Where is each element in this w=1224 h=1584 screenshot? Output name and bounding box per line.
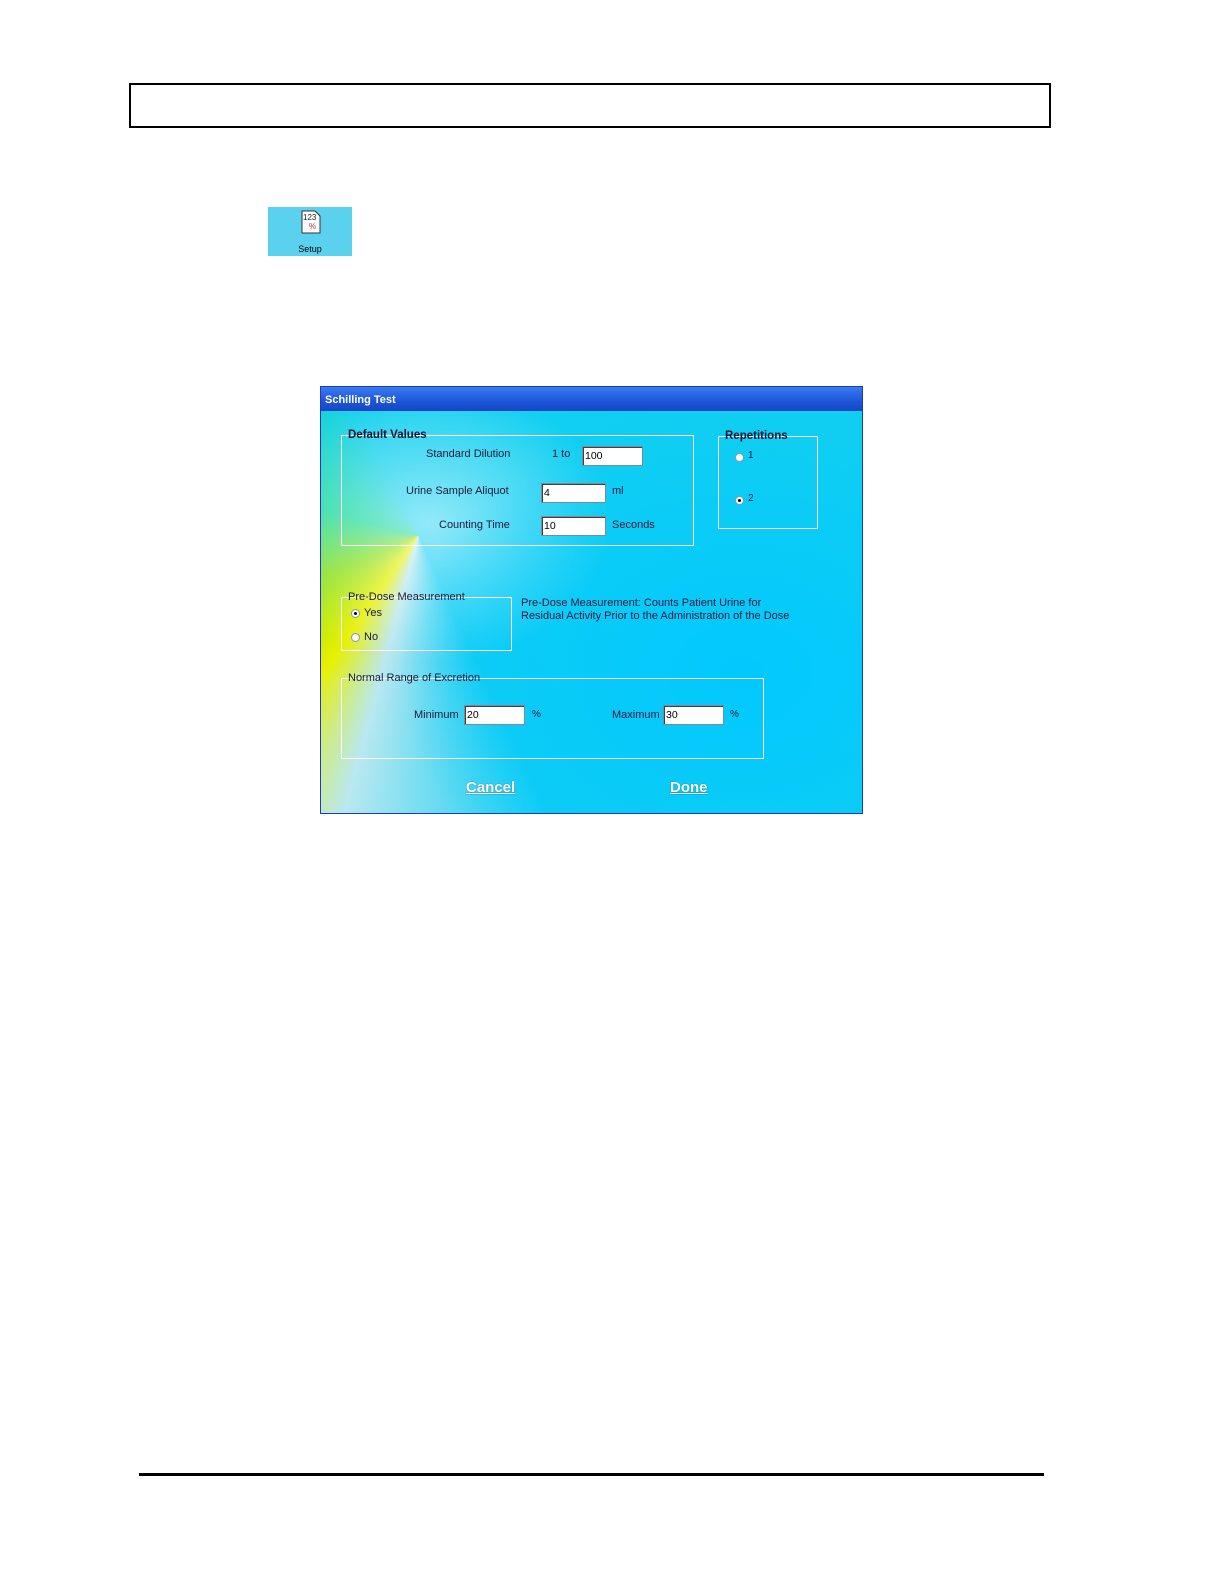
standard-dilution-prefix: 1 to xyxy=(552,448,571,460)
minimum-unit: % xyxy=(532,709,541,720)
pre-dose-no-radio[interactable] xyxy=(351,633,360,642)
repetitions-group: Repetitions xyxy=(718,430,818,529)
counting-time-unit: Seconds xyxy=(612,519,655,531)
repetitions-radio-2[interactable] xyxy=(735,496,744,505)
pre-dose-label: Pre-Dose Measurement xyxy=(348,591,465,603)
svg-text:123: 123 xyxy=(303,213,317,222)
window-title: Schilling Test xyxy=(321,387,862,411)
maximum-unit: % xyxy=(730,709,739,720)
setup-icon: 123 % xyxy=(301,210,321,234)
dialog-client-area: Default Values Standard Dilution 1 to 10… xyxy=(321,411,862,813)
counting-time-input[interactable]: 10 xyxy=(541,516,606,536)
done-button[interactable]: Done xyxy=(670,779,708,796)
repetitions-option-2-label: 2 xyxy=(748,493,754,504)
pre-dose-description-line1: Pre-Dose Measurement: Counts Patient Uri… xyxy=(521,597,762,609)
minimum-label: Minimum xyxy=(414,709,459,721)
pre-dose-yes-radio[interactable] xyxy=(351,609,360,618)
repetitions-label: Repetitions xyxy=(725,430,788,442)
footer-rule xyxy=(139,1473,1044,1476)
pre-dose-no-label: No xyxy=(364,631,379,643)
maximum-input[interactable]: 30 xyxy=(663,705,724,725)
counting-time-label: Counting Time xyxy=(439,519,510,531)
repetitions-radio-1[interactable] xyxy=(735,453,744,462)
minimum-input[interactable]: 20 xyxy=(464,705,525,725)
normal-range-label: Normal Range of Excretion xyxy=(348,672,481,684)
standard-dilution-input[interactable]: 100 xyxy=(582,446,643,466)
urine-aliquot-input[interactable]: 4 xyxy=(541,483,606,503)
standard-dilution-label: Standard Dilution xyxy=(426,448,511,460)
cancel-button[interactable]: Cancel xyxy=(466,779,515,796)
page-header-box xyxy=(129,83,1051,128)
svg-text:%: % xyxy=(309,222,316,231)
urine-aliquot-label: Urine Sample Aliquot xyxy=(406,485,509,497)
setup-label: Setup xyxy=(298,244,322,254)
setup-button[interactable]: 123 % Setup xyxy=(268,207,352,256)
urine-aliquot-unit: ml xyxy=(612,485,624,497)
repetitions-option-1-label: 1 xyxy=(748,450,754,461)
default-values-label: Default Values xyxy=(348,429,427,441)
pre-dose-yes-label: Yes xyxy=(364,607,382,619)
maximum-label: Maximum xyxy=(612,709,660,721)
schilling-test-window: Schilling Test Default Values Standard D… xyxy=(320,386,863,814)
pre-dose-description-line2: Residual Activity Prior to the Administr… xyxy=(521,610,790,622)
